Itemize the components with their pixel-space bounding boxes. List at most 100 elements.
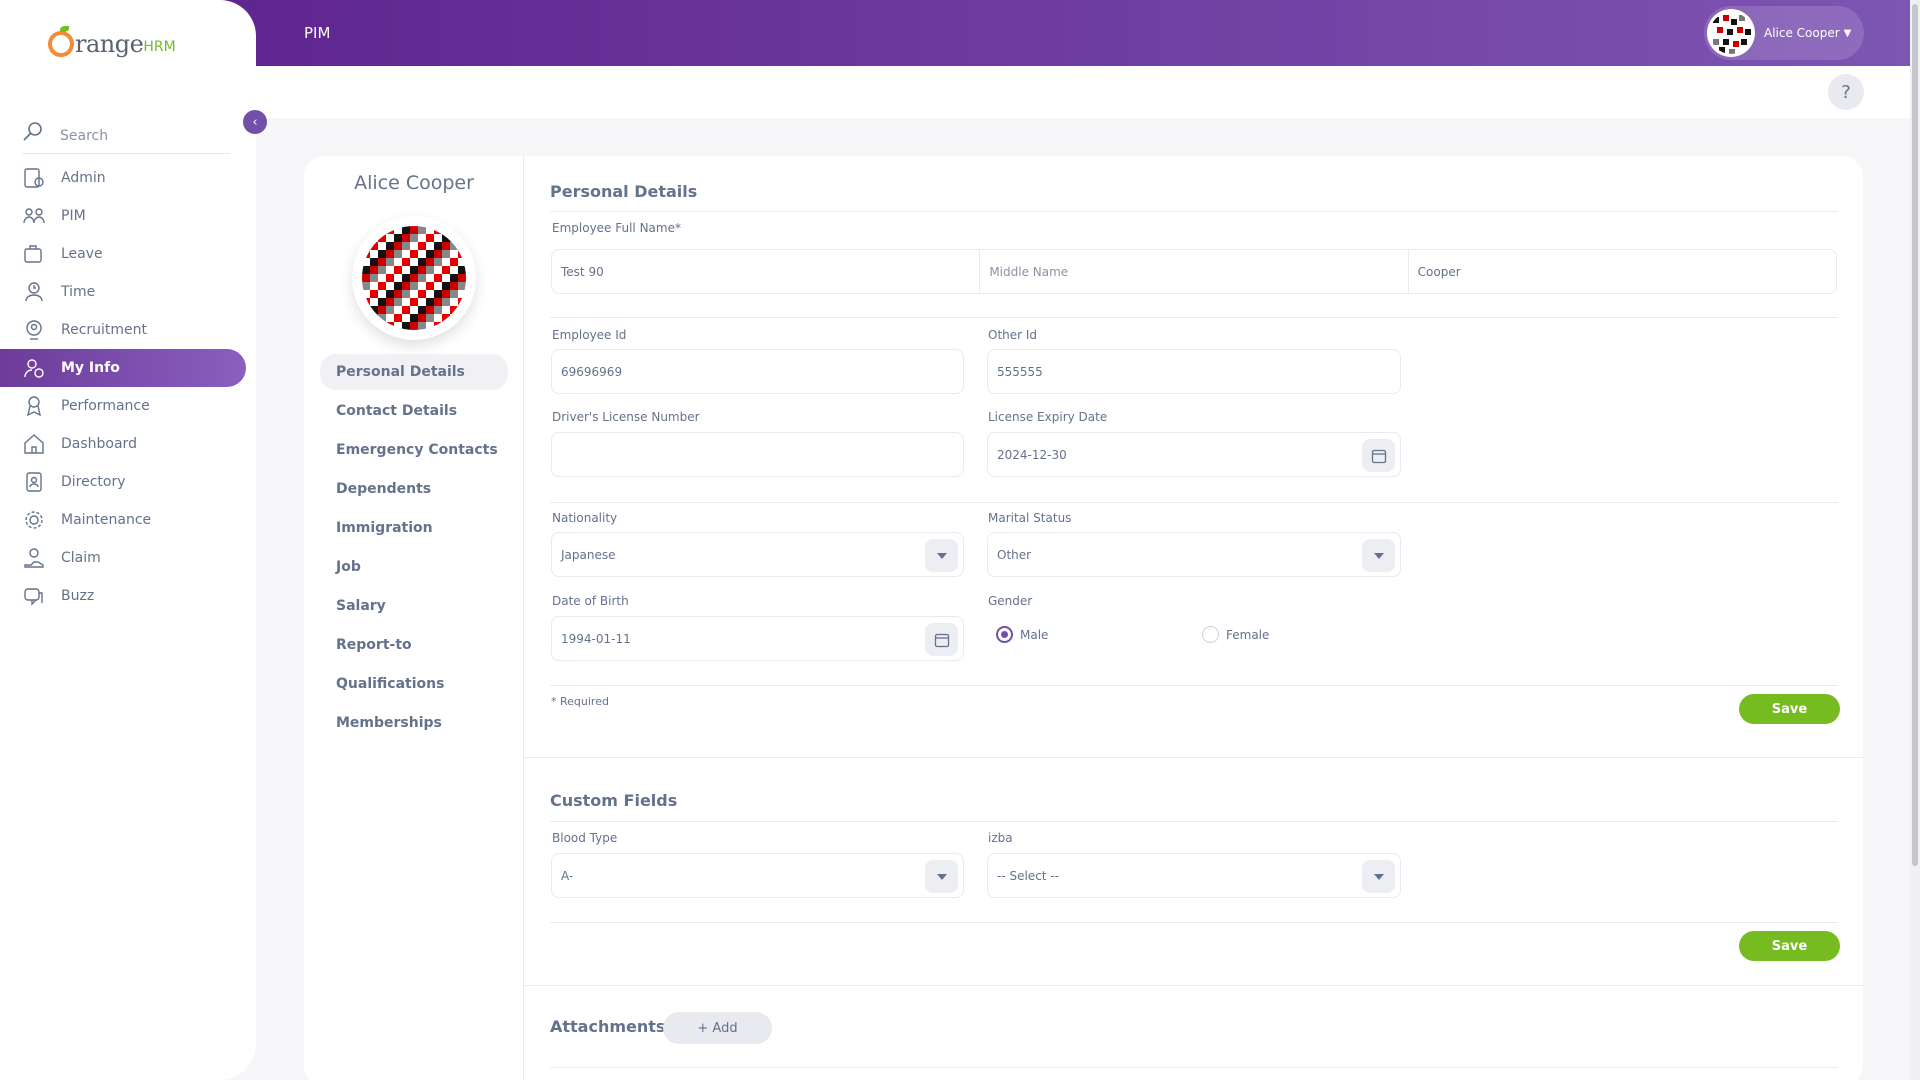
chevron-down-icon[interactable] [925, 860, 958, 893]
admin-icon [22, 166, 46, 190]
sidebar-item-label: Time [61, 284, 96, 300]
logo-text: range [75, 30, 144, 58]
buzz-icon [22, 584, 46, 608]
divider [550, 1067, 1838, 1068]
tab-salary[interactable]: Salary [320, 588, 508, 624]
license-number-input[interactable] [551, 432, 964, 477]
sidebar-item-claim[interactable]: Claim [0, 539, 246, 577]
my-info-icon [22, 356, 46, 380]
pim-icon [22, 204, 46, 228]
chevron-down-icon[interactable] [1362, 860, 1395, 893]
sidebar-item-leave[interactable]: Leave [0, 235, 246, 273]
blood-type-select[interactable]: A- [551, 853, 964, 898]
sidebar-item-admin[interactable]: Admin [0, 159, 246, 197]
nationality-value: Japanese [561, 547, 616, 562]
tab-job[interactable]: Job [320, 549, 508, 585]
sidebar-item-time[interactable]: Time [0, 273, 246, 311]
izba-select[interactable]: -- Select -- [987, 853, 1401, 898]
blood-type-label: Blood Type [552, 831, 618, 845]
help-button[interactable]: ? [1828, 74, 1864, 110]
nationality-select[interactable]: Japanese [551, 532, 964, 577]
orangehrm-logo: range HRM [48, 26, 176, 58]
logo-orange-icon [48, 26, 74, 57]
personal-details-title: Personal Details [550, 182, 698, 201]
sidebar-item-recruitment[interactable]: Recruitment [0, 311, 246, 349]
employee-id-input[interactable]: 69696969 [551, 349, 964, 394]
sidebar-item-directory[interactable]: Directory [0, 463, 246, 501]
gender-male-label: Male [1020, 627, 1049, 642]
tab-report-to[interactable]: Report-to [320, 627, 508, 663]
section-divider [524, 985, 1863, 986]
employee-card [304, 156, 1863, 1080]
marital-status-select[interactable]: Other [987, 532, 1401, 577]
sidebar-item-dashboard[interactable]: Dashboard [0, 425, 246, 463]
calendar-icon[interactable] [925, 623, 958, 656]
sidebar-item-pim[interactable]: PIM [0, 197, 246, 235]
last-name-input[interactable]: Cooper [1409, 250, 1836, 293]
tab-qualifications[interactable]: Qualifications [320, 666, 508, 702]
license-expiry-value: 2024-12-30 [997, 447, 1067, 462]
calendar-icon[interactable] [1362, 439, 1395, 472]
sidebar-item-label: Directory [61, 474, 126, 490]
license-expiry-input[interactable]: 2024-12-30 [987, 432, 1401, 477]
employee-tabs: Personal Details Contact Details Emergency… [320, 354, 508, 744]
radio-selected-icon [996, 626, 1013, 643]
marital-status-value: Other [997, 547, 1032, 562]
user-menu[interactable]: Alice Cooper ▼ [1704, 6, 1864, 60]
maintenance-icon [22, 508, 46, 532]
sidebar-item-label: Recruitment [61, 322, 148, 338]
gender-female-label: Female [1226, 627, 1270, 642]
tab-memberships[interactable]: Memberships [320, 705, 508, 741]
sidebar-item-label: My Info [61, 360, 120, 376]
chevron-down-icon[interactable] [1362, 539, 1395, 572]
collapse-sidebar-button[interactable]: ‹ [243, 110, 267, 134]
sidebar-item-label: PIM [61, 208, 86, 224]
gender-female-radio[interactable]: Female [1202, 626, 1269, 643]
license-expiry-label: License Expiry Date [988, 410, 1108, 424]
marital-status-label: Marital Status [988, 511, 1072, 525]
radio-empty-icon [1202, 626, 1219, 643]
middle-name-input[interactable]: Middle Name [980, 250, 1409, 293]
sidebar-item-my-info[interactable]: My Info [0, 349, 246, 387]
search-icon [22, 121, 44, 143]
leave-icon [22, 242, 46, 266]
divider [550, 821, 1838, 822]
dob-value: 1994-01-11 [561, 631, 631, 646]
sidebar-item-label: Admin [61, 170, 106, 186]
add-attachment-button[interactable]: + Add [663, 1012, 772, 1044]
directory-icon [22, 470, 46, 494]
dob-input[interactable]: 1994-01-11 [551, 616, 964, 661]
first-name-input[interactable]: Test 90 [552, 250, 981, 293]
employee-photo[interactable] [352, 216, 476, 340]
module-title: PIM [304, 24, 331, 42]
other-id-input[interactable]: 555555 [987, 349, 1401, 394]
tab-contact-details[interactable]: Contact Details [320, 393, 508, 429]
save-personal-button[interactable]: Save [1739, 694, 1840, 724]
tab-emergency-contacts[interactable]: Emergency Contacts [320, 432, 508, 468]
search-label: Search [60, 127, 109, 144]
sidebar-item-label: Leave [61, 246, 103, 262]
attachments-title: Attachments [550, 1017, 666, 1036]
blood-type-value: A- [561, 868, 574, 883]
performance-icon [22, 394, 46, 418]
chevron-down-icon[interactable] [925, 539, 958, 572]
sidebar-item-buzz[interactable]: Buzz [0, 577, 246, 615]
izba-label: izba [988, 831, 1013, 845]
employee-name: Alice Cooper [354, 172, 474, 194]
custom-fields-title: Custom Fields [550, 791, 678, 810]
user-name: Alice Cooper [1764, 26, 1840, 40]
sidebar-search[interactable]: Search [22, 110, 230, 154]
sidebar-item-maintenance[interactable]: Maintenance [0, 501, 246, 539]
gender-male-radio[interactable]: Male [996, 626, 1048, 643]
full-name-group: Test 90 Middle Name Cooper [551, 249, 1837, 294]
tab-immigration[interactable]: Immigration [320, 510, 508, 546]
time-icon [22, 280, 46, 304]
logo-suffix: HRM [143, 39, 176, 55]
sub-header [256, 66, 1910, 118]
license-label: Driver's License Number [552, 410, 700, 424]
tab-dependents[interactable]: Dependents [320, 471, 508, 507]
scrollbar-thumb[interactable] [1912, 4, 1918, 866]
sidebar-item-performance[interactable]: Performance [0, 387, 246, 425]
tab-personal-details[interactable]: Personal Details [320, 354, 508, 390]
save-custom-fields-button[interactable]: Save [1739, 931, 1840, 961]
